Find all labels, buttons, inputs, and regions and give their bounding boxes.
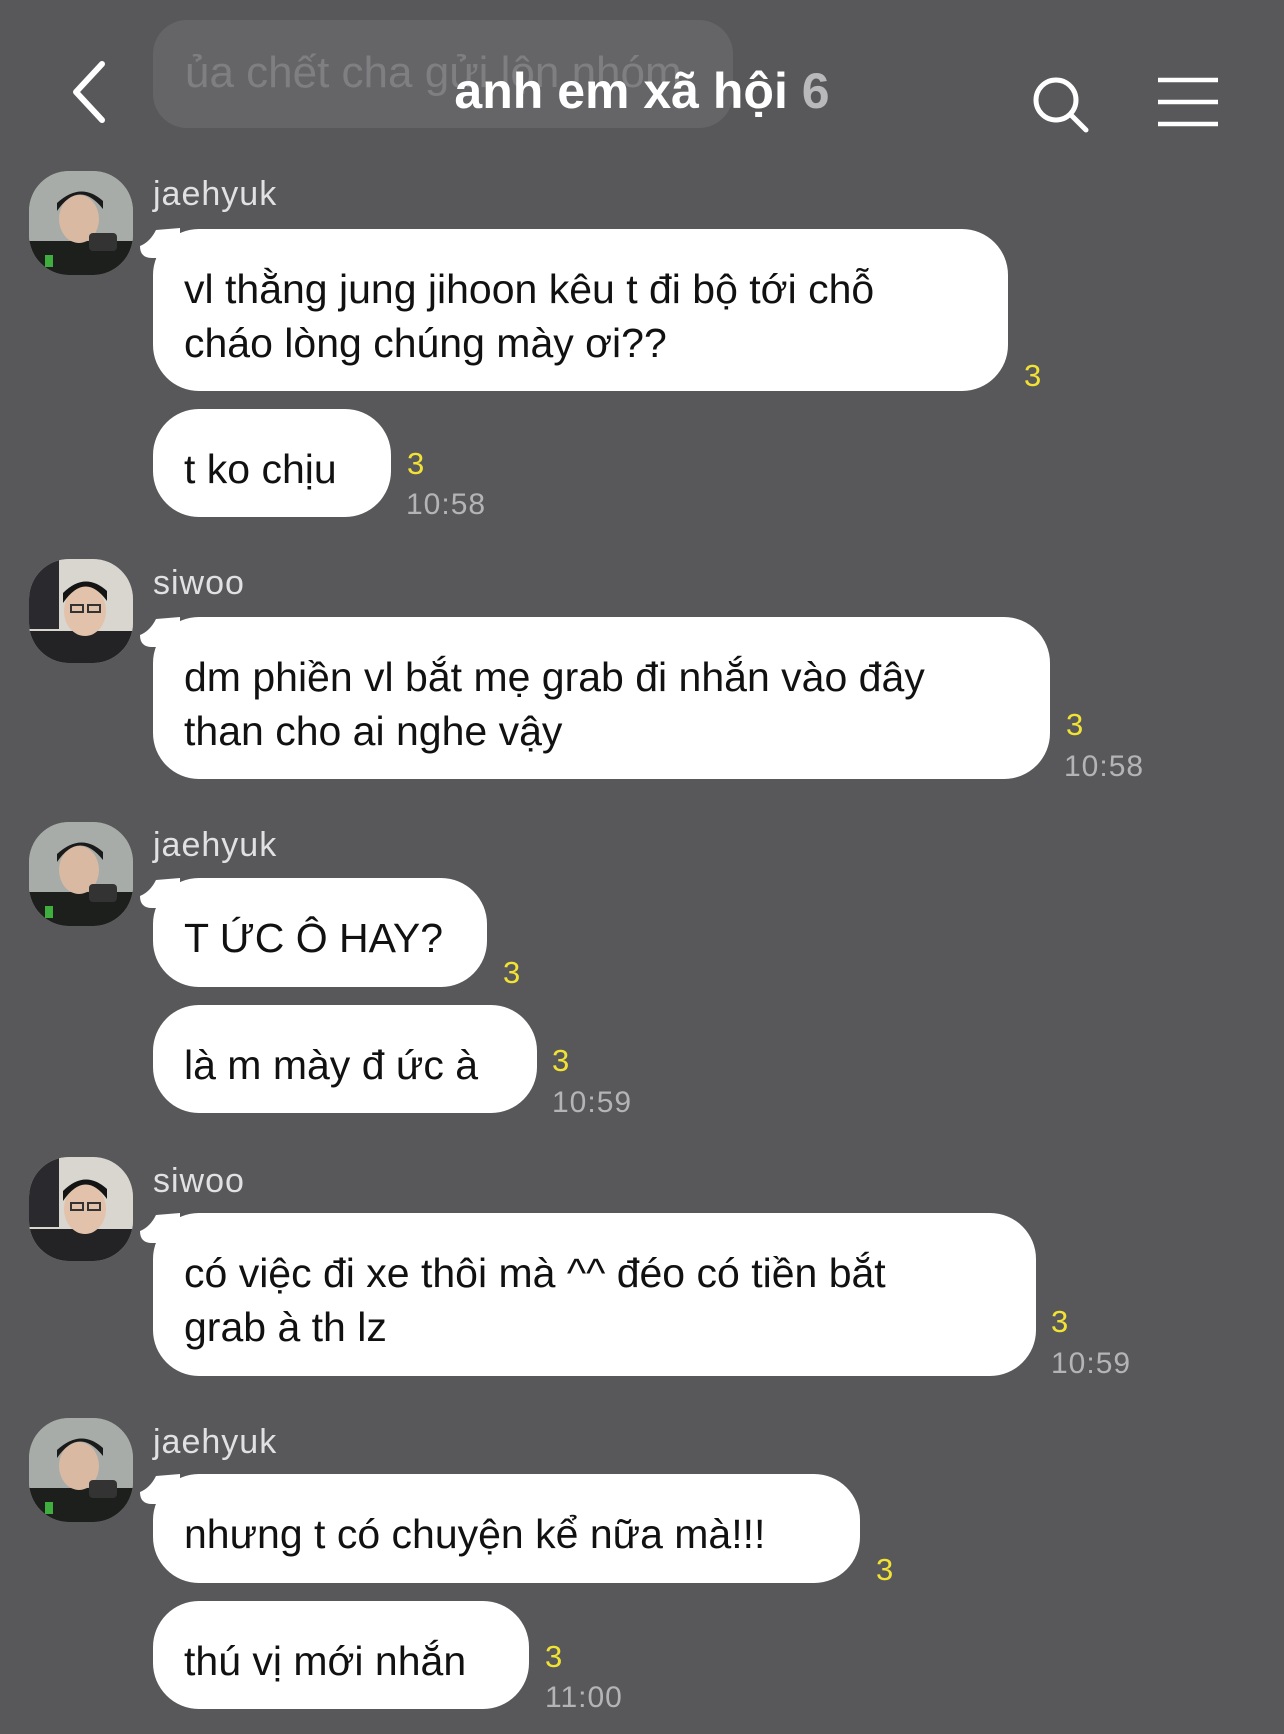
message-text-line: cháo lòng chúng mày ơi?? [184, 320, 667, 366]
member-count: 6 [801, 63, 830, 119]
sender-name: siwoo [153, 564, 245, 602]
message-text-line: thú vị mới nhắn [184, 1638, 467, 1684]
avatar-jaehyuk[interactable] [29, 822, 133, 926]
avatar-jaehyuk[interactable] [29, 1418, 133, 1522]
search-button[interactable] [1030, 74, 1092, 136]
avatar-image [29, 559, 133, 663]
message-timestamp: 10:59 [552, 1086, 633, 1119]
menu-button[interactable] [1156, 76, 1220, 128]
avatar-jaehyuk[interactable] [29, 171, 133, 275]
search-icon [1033, 77, 1089, 133]
message-timestamp: 10:58 [1064, 750, 1145, 783]
unread-count: 3 [552, 1043, 570, 1078]
unread-count: 3 [1066, 707, 1084, 742]
unread-count: 3 [1024, 358, 1042, 393]
sender-name: siwoo [153, 1162, 245, 1200]
message-text-line: nhưng t có chuyện kể nữa mà!!! [184, 1511, 766, 1557]
sender-name: jaehyuk [153, 175, 278, 213]
unread-count: 3 [876, 1552, 894, 1587]
message-text-line: than cho ai nghe vậy [184, 708, 563, 754]
avatar-image [29, 1157, 133, 1261]
sender-name: jaehyuk [153, 1423, 278, 1461]
message-text-line: có việc đi xe thôi mà ^^ đéo có tiền bắt [184, 1250, 886, 1296]
message-bubble[interactable]: nhưng t có chuyện kể nữa mà!!! [153, 1474, 860, 1583]
message-timestamp: 11:00 [545, 1681, 623, 1714]
message-text-line: T ỨC Ô HAY? [184, 915, 444, 961]
message-text-line: t ko chịu [184, 446, 337, 492]
message-bubble[interactable]: vl thằng jung jihoon kêu t đi bộ tới chỗ… [153, 229, 1008, 391]
unread-count: 3 [407, 446, 425, 481]
hamburger-menu-icon [1158, 77, 1218, 127]
chat-title-text: anh em xã hội [454, 63, 788, 119]
avatar-image [29, 1418, 133, 1522]
message-bubble[interactable]: có việc đi xe thôi mà ^^ đéo có tiền bắt… [153, 1213, 1036, 1376]
chat-screen: ủa chết cha gửi lộn nhóm anh em xã hội 6 [0, 0, 1284, 1734]
message-text-line: grab à th lz [184, 1304, 387, 1350]
message-text-line: vl thằng jung jihoon kêu t đi bộ tới chỗ [184, 266, 875, 312]
chat-header: ủa chết cha gửi lộn nhóm anh em xã hội 6 [0, 0, 1284, 160]
unread-count: 3 [1051, 1304, 1069, 1339]
avatar-siwoo[interactable] [29, 1157, 133, 1261]
unread-count: 3 [503, 955, 521, 990]
message-bubble[interactable]: t ko chịu [153, 409, 391, 517]
message-text-line: là m mày đ ức à [184, 1042, 479, 1088]
message-bubble[interactable]: thú vị mới nhắn [153, 1601, 529, 1709]
message-bubble[interactable]: là m mày đ ức à [153, 1005, 537, 1113]
message-text-line: dm phiền vl bắt mẹ grab đi nhắn vào đây [184, 654, 925, 700]
avatar-siwoo[interactable] [29, 559, 133, 663]
message-timestamp: 10:58 [406, 488, 487, 521]
message-timestamp: 10:59 [1051, 1347, 1132, 1380]
avatar-image [29, 822, 133, 926]
message-bubble[interactable]: dm phiền vl bắt mẹ grab đi nhắn vào đây … [153, 617, 1050, 779]
unread-count: 3 [545, 1639, 563, 1674]
avatar-image [29, 171, 133, 275]
sender-name: jaehyuk [153, 826, 278, 864]
message-bubble[interactable]: T ỨC Ô HAY? [153, 878, 487, 987]
